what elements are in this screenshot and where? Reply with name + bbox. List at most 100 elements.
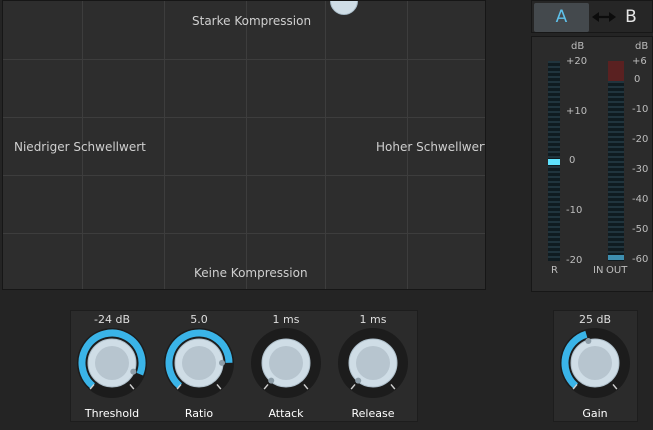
meter-segment xyxy=(616,233,624,236)
meter-segment xyxy=(608,83,616,86)
meter-segment xyxy=(548,193,560,196)
meter-segment xyxy=(608,148,616,151)
left-scale-tick: 0 xyxy=(569,155,576,166)
gain-value: 25 dB xyxy=(578,313,612,326)
meter-segment xyxy=(608,248,616,251)
left-scale-tick: -10 xyxy=(566,205,583,216)
meter-segment xyxy=(616,163,624,166)
knob-pointer xyxy=(355,377,362,384)
pad-label-bottom: Keine Kompression xyxy=(194,266,308,280)
meter-segment xyxy=(608,153,616,156)
threshold-knob[interactable]: -24 dB Threshold xyxy=(72,313,152,420)
output-channel-label: OUT xyxy=(606,265,628,276)
meter-peak-indicator xyxy=(548,159,560,165)
meter-segment xyxy=(616,178,624,181)
meter-segment xyxy=(616,153,624,156)
knob-dial[interactable] xyxy=(250,327,322,399)
meter-segment xyxy=(616,113,624,116)
meter-clip-zone xyxy=(608,61,616,81)
left-meter-unit: dB xyxy=(571,41,585,52)
ratio-label: Ratio xyxy=(184,407,214,420)
right-scale-tick: -40 xyxy=(632,194,649,205)
meter-segment xyxy=(548,68,560,71)
knob-dial[interactable] xyxy=(76,327,148,399)
meter-segment xyxy=(548,238,560,241)
right-scale-tick: +6 xyxy=(632,56,647,67)
grid-line xyxy=(246,1,247,289)
meter-segment xyxy=(548,113,560,116)
gain-knob[interactable]: 25 dB Gain xyxy=(555,313,635,420)
meter-segment xyxy=(548,258,560,261)
meter-segment xyxy=(548,208,560,211)
dynamics-knob-panel: -24 dB Threshold 5.0 Ratio 1 ms Attack 1… xyxy=(70,310,418,422)
grid-line xyxy=(3,117,485,118)
meter-segment xyxy=(608,228,616,231)
meter-segment xyxy=(548,133,560,136)
attack-knob[interactable]: 1 ms Attack xyxy=(246,313,326,420)
meter-segment xyxy=(548,248,560,251)
meter-segment xyxy=(608,103,616,106)
meter-segment xyxy=(548,128,560,131)
meter-segment xyxy=(616,83,624,86)
threshold-label: Threshold xyxy=(84,407,140,420)
meter-segment xyxy=(616,143,624,146)
meter-segment xyxy=(616,193,624,196)
meter-segment xyxy=(548,153,560,156)
left-scale-tick: -20 xyxy=(566,255,583,266)
meter-segment xyxy=(608,193,616,196)
grid-line xyxy=(3,175,485,176)
meter-segment xyxy=(616,188,624,191)
meter-segment xyxy=(616,183,624,186)
meter-segment xyxy=(616,118,624,121)
meter-segment xyxy=(608,88,616,91)
output-meter-bar xyxy=(616,61,624,261)
meter-segment xyxy=(608,158,616,161)
meter-segment xyxy=(608,233,616,236)
meter-segment xyxy=(616,123,624,126)
meter-segment xyxy=(608,203,616,206)
right-scale-tick: -30 xyxy=(632,164,649,175)
release-label: Release xyxy=(351,407,395,420)
ratio-value: 5.0 xyxy=(190,313,208,326)
pad-handle[interactable] xyxy=(330,1,358,15)
knob-dial[interactable] xyxy=(337,327,409,399)
input-channel-label: IN xyxy=(593,265,604,276)
pad-label-top: Starke Kompression xyxy=(192,14,312,28)
meter-segment xyxy=(548,253,560,256)
meter-segment xyxy=(548,198,560,201)
meter-segment xyxy=(608,123,616,126)
meter-segment xyxy=(616,248,624,251)
meter-segment xyxy=(616,133,624,136)
meter-segment xyxy=(548,93,560,96)
meter-segment xyxy=(548,123,560,126)
grid-line xyxy=(3,233,485,234)
knob-cap xyxy=(578,346,612,380)
threshold-value: -24 dB xyxy=(94,313,130,326)
meter-segment xyxy=(616,148,624,151)
preset-a-button[interactable]: A xyxy=(534,3,589,32)
release-knob[interactable]: 1 ms Release xyxy=(333,313,413,420)
right-scale-tick: -20 xyxy=(632,134,649,145)
meter-segment xyxy=(548,73,560,76)
ratio-knob[interactable]: 5.0 Ratio xyxy=(159,313,239,420)
knob-dial[interactable] xyxy=(163,327,235,399)
meter-segment xyxy=(548,103,560,106)
release-value: 1 ms xyxy=(359,313,387,326)
pad-label-left: Niedriger Schwellwert xyxy=(14,140,146,154)
preset-b-button[interactable]: B xyxy=(616,3,646,32)
xy-pad[interactable]: Starke Kompression Keine Kompression Nie… xyxy=(2,0,486,290)
meter-segment xyxy=(616,223,624,226)
swap-arrows-icon[interactable] xyxy=(592,9,616,25)
meter-clip-zone xyxy=(616,61,624,81)
pad-label-right: Hoher Schwellwert xyxy=(376,140,486,154)
meter-floor-indicator xyxy=(608,255,616,260)
meter-segment xyxy=(608,178,616,181)
meter-segment xyxy=(608,188,616,191)
knob-dial[interactable] xyxy=(559,327,631,399)
knob-cap xyxy=(182,346,216,380)
meter-segment xyxy=(548,228,560,231)
right-scale-tick: -10 xyxy=(632,104,649,115)
knob-pointer xyxy=(268,377,275,384)
meter-segment xyxy=(608,113,616,116)
meter-segment xyxy=(548,223,560,226)
